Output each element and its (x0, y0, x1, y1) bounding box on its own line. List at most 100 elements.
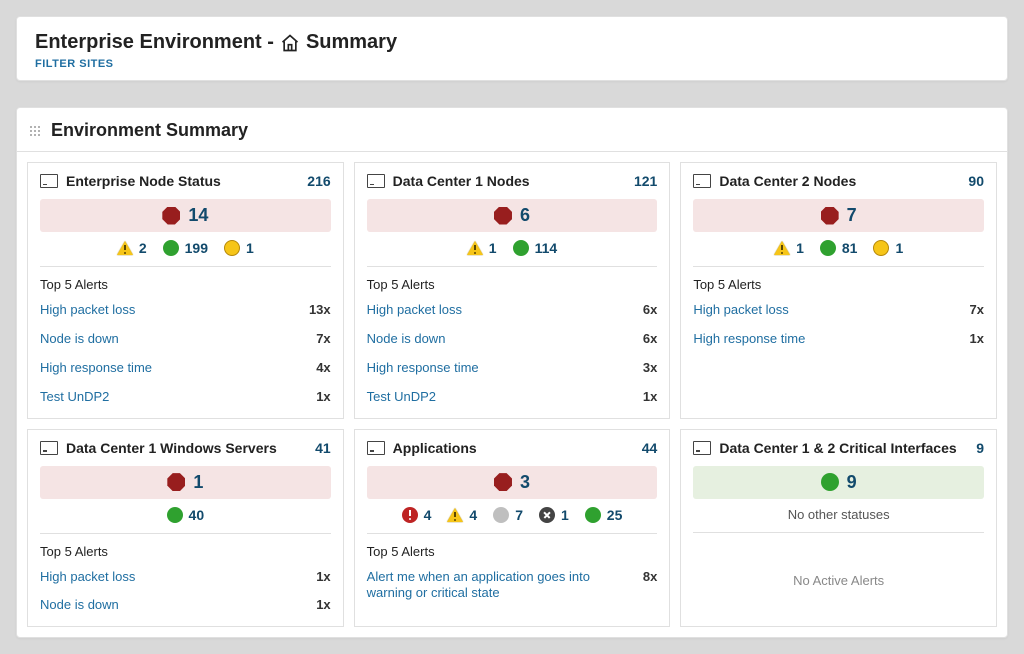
status-stat[interactable]: 1 (467, 240, 497, 256)
node-icon (367, 441, 385, 455)
critical-stop-icon (494, 207, 512, 225)
page-title-prefix: Enterprise Environment - (35, 31, 274, 54)
drag-handle-icon[interactable] (29, 125, 41, 137)
critical-stop-icon (162, 207, 180, 225)
alert-name[interactable]: High packet loss (693, 302, 957, 319)
alert-row: High packet loss7x (693, 296, 984, 325)
warning-triangle-icon (447, 508, 463, 522)
status-unknown-icon (873, 240, 889, 256)
alert-name[interactable]: Node is down (40, 597, 304, 614)
secondary-status-row: 2 199 1 (40, 240, 331, 267)
home-icon (280, 33, 300, 53)
top5-heading: Top 5 Alerts (40, 544, 331, 559)
status-stat[interactable]: 114 (513, 240, 558, 256)
warning-triangle-icon (467, 241, 483, 255)
tile-title[interactable]: Enterprise Node Status (66, 173, 221, 189)
primary-status-band[interactable]: 9 (693, 466, 984, 499)
primary-status-band[interactable]: 6 (367, 199, 658, 232)
status-ok-icon (163, 240, 179, 256)
status-stat[interactable]: 2 (117, 240, 147, 256)
alert-count: 7x (316, 331, 330, 346)
status-stat-value: 4 (469, 507, 477, 523)
tile-total: 90 (968, 173, 984, 189)
tile-title[interactable]: Data Center 2 Nodes (719, 173, 856, 189)
tile-header: Applications 44 (367, 440, 658, 456)
alert-name[interactable]: High response time (367, 360, 631, 377)
status-stat-value: 2 (139, 240, 147, 256)
alert-count: 13x (309, 302, 331, 317)
status-stat[interactable]: 40 (167, 507, 205, 523)
alert-name[interactable]: Test UnDP2 (40, 389, 304, 406)
alert-row: High response time 1x (693, 325, 984, 354)
primary-status-band[interactable]: 7 (693, 199, 984, 232)
warning-triangle-icon (774, 241, 790, 255)
alert-count: 1x (970, 331, 984, 346)
status-stat[interactable]: 1 (224, 240, 254, 256)
tile-title[interactable]: Data Center 1 & 2 Critical Interfaces (719, 440, 956, 456)
alert-count: 1x (316, 597, 330, 612)
alert-name[interactable]: High packet loss (40, 569, 304, 586)
primary-status-band[interactable]: 3 (367, 466, 658, 499)
status-ok-icon (585, 507, 601, 523)
node-icon (367, 174, 385, 188)
tile-header: Data Center 2 Nodes 90 (693, 173, 984, 189)
status-stat[interactable]: 4 (447, 507, 477, 523)
top5-heading: Top 5 Alerts (367, 544, 658, 559)
alert-row: Test UnDP21x (367, 383, 658, 412)
alert-name[interactable]: High response time (693, 331, 957, 348)
node-icon (40, 441, 58, 455)
status-stat-value: 1 (246, 240, 254, 256)
warning-triangle-icon (117, 241, 133, 255)
tile-title[interactable]: Data Center 1 Nodes (393, 173, 530, 189)
alert-name[interactable]: Alert me when an application goes into w… (367, 569, 631, 603)
status-stat-value: 1 (796, 240, 804, 256)
alert-name[interactable]: Node is down (367, 331, 631, 348)
alert-name[interactable]: High packet loss (40, 302, 297, 319)
status-stat-value: 25 (607, 507, 623, 523)
status-stat[interactable]: 7 (493, 507, 523, 523)
tile: Applications443447125Top 5 AlertsAlert m… (354, 429, 671, 628)
alert-row: High packet loss 13x (40, 296, 331, 325)
tile-header: Data Center 1 Windows Servers41 (40, 440, 331, 456)
alert-name[interactable]: Node is down (40, 331, 304, 348)
status-ok-icon (167, 507, 183, 523)
page-title-suffix: Summary (306, 31, 397, 54)
primary-status-value: 14 (188, 205, 208, 226)
no-other-statuses: No other statuses (693, 507, 984, 533)
status-stat[interactable]: 199 (163, 240, 208, 256)
filter-sites-link[interactable]: FILTER SITES (35, 58, 989, 70)
page-title: Enterprise Environment - Summary (35, 31, 989, 54)
primary-status-band[interactable]: 14 (40, 199, 331, 232)
tile-total: 44 (642, 440, 658, 456)
environment-summary-panel: Environment Summary Enterprise Node Stat… (16, 107, 1008, 638)
primary-status-band[interactable]: 1 (40, 466, 331, 499)
tile-title[interactable]: Data Center 1 Windows Servers (66, 440, 277, 456)
status-stat[interactable]: 1 (539, 507, 569, 523)
status-stat[interactable]: 1 (873, 240, 903, 256)
tile: Data Center 2 Nodes 90 7 1 81 1 Top 5 Alerts Hi… (680, 162, 997, 419)
status-unmanaged-icon (493, 507, 509, 523)
secondary-status-row: 40 (40, 507, 331, 534)
critical-stop-icon (821, 207, 839, 225)
status-down-icon (402, 507, 418, 523)
status-stat[interactable]: 81 (820, 240, 858, 256)
status-stat[interactable]: 4 (402, 507, 432, 523)
tile-header: Data Center 1 Nodes121 (367, 173, 658, 189)
page-heading: Enterprise Environment - Summary FILTER … (16, 16, 1008, 81)
tile-total: 9 (976, 440, 984, 456)
status-stat[interactable]: 25 (585, 507, 623, 523)
status-stat-value: 114 (535, 240, 558, 256)
tile-header: Data Center 1 & 2 Critical Interfaces 9 (693, 440, 984, 456)
alert-count: 3x (643, 360, 657, 375)
status-stat-value: 4 (424, 507, 432, 523)
alert-name[interactable]: High packet loss (367, 302, 631, 319)
top5-heading: Top 5 Alerts (367, 277, 658, 292)
alert-name[interactable]: High response time (40, 360, 304, 377)
top5-heading: Top 5 Alerts (693, 277, 984, 292)
alert-name[interactable]: Test UnDP2 (367, 389, 631, 406)
alert-count: 8x (643, 569, 657, 584)
status-disabled-icon (539, 507, 555, 523)
tile-title[interactable]: Applications (393, 440, 477, 456)
alert-row: Test UnDP21x (40, 383, 331, 412)
status-stat[interactable]: 1 (774, 240, 804, 256)
